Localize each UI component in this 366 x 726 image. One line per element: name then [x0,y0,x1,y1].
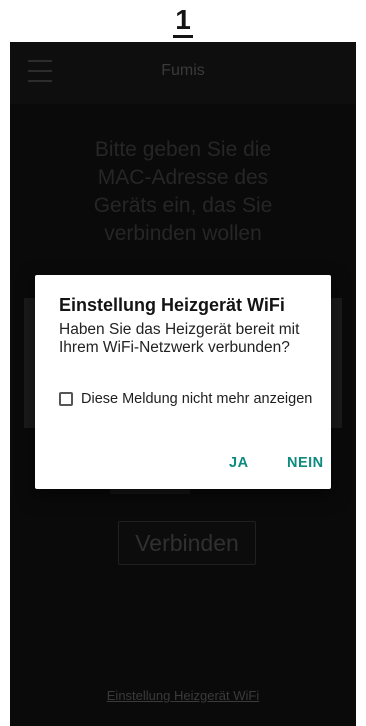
dialog-title: Einstellung Heizgerät WiFi [59,295,285,315]
cancel-button[interactable]: NEIN [287,455,324,471]
app-bar: Fumis [10,42,356,104]
dialog-message: Haben Sie das Heizgerät bereit mit Ihrem… [59,321,300,356]
app-screen: Fumis Bitte geben Sie die MAC-Adresse de… [10,42,356,726]
dont-show-again-checkbox[interactable]: Diese Meldung nicht mehr anzeigen [59,388,329,410]
confirm-button[interactable]: JA [229,455,249,471]
wifi-settings-link[interactable]: Einstellung Heizgerät WiFi [10,688,356,703]
mac-input-edge-right [330,298,342,428]
step-number-text: 1 [173,4,193,38]
app-title: Fumis [161,62,205,79]
checkbox-box[interactable] [59,392,73,406]
wifi-setup-dialog: Einstellung Heizgerät WiFi Haben Sie das… [35,275,331,489]
mac-address-instruction: Bitte geben Sie die MAC-Adresse des Gerä… [93,138,273,245]
step-number: 1 [0,2,366,38]
connect-button[interactable]: Verbinden [118,521,256,565]
checkbox-label: Diese Meldung nicht mehr anzeigen [81,391,313,407]
